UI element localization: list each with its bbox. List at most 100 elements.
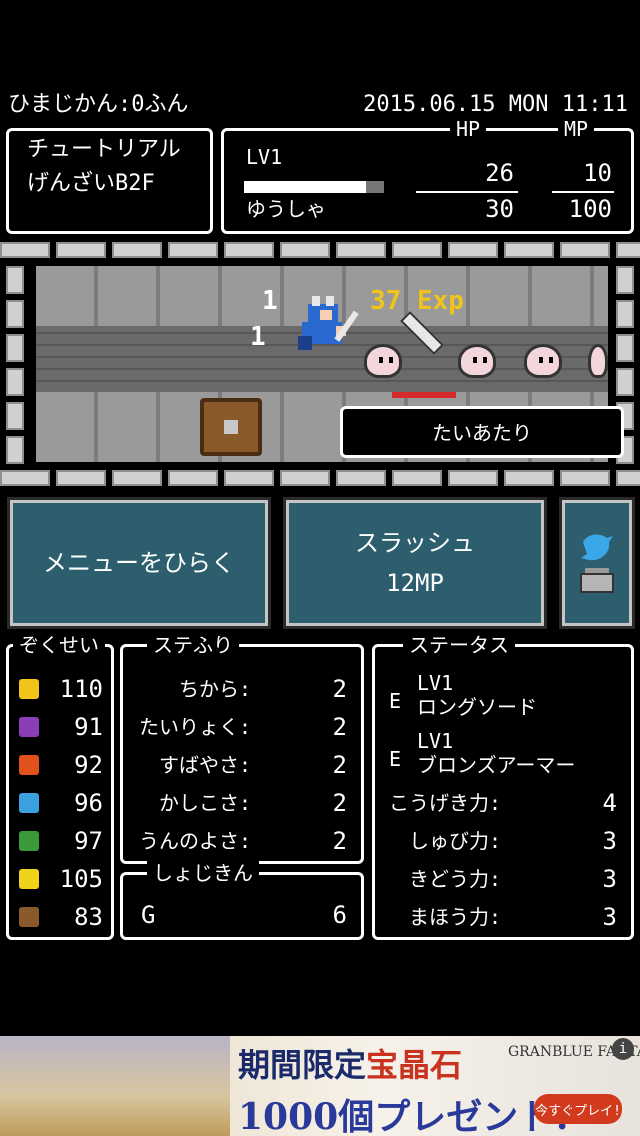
equip-mark: E <box>389 747 402 771</box>
treasure-chest[interactable] <box>200 398 262 456</box>
earth-icon <box>19 907 39 927</box>
status-label: しゅび力: <box>408 829 501 853</box>
attribute-value: 92 <box>74 751 103 779</box>
attribute-row: 91 <box>9 713 111 741</box>
location-mode: チュートリアル <box>27 137 181 162</box>
open-menu-label: メニューをひらく <box>43 549 235 577</box>
stat-row[interactable]: ちから: 2 <box>123 675 361 703</box>
equip-weapon-name[interactable]: ロングソード <box>417 695 537 719</box>
player-name: ゆうしゃ <box>246 197 326 221</box>
equip-level: LV1 <box>417 729 454 753</box>
stat-label: ちから: <box>178 677 251 701</box>
enemy-hp-bar <box>392 392 456 398</box>
light-icon <box>19 679 39 699</box>
stat-value: 2 <box>332 713 347 741</box>
action-message: たいあたり <box>340 406 624 458</box>
stat-row[interactable]: かしこさ: 2 <box>123 789 361 817</box>
ad-character-art <box>0 1036 230 1136</box>
status-label: きどう力: <box>408 867 501 891</box>
ad-info-icon[interactable]: i <box>612 1038 634 1060</box>
status-row: きどう力: 3 <box>375 865 631 893</box>
stat-row[interactable]: たいりょく: 2 <box>123 713 361 741</box>
skill-cost: 12MP <box>386 569 444 597</box>
stat-allocation-title: ステふり <box>147 633 239 657</box>
mp-max: 100 <box>568 195 612 223</box>
play-time: ひまじかん:0ふん <box>8 92 189 117</box>
enemy-slime <box>524 344 562 378</box>
attribute-value: 83 <box>74 903 103 931</box>
attribute-row: 92 <box>9 751 111 779</box>
status-title: ステータス <box>403 633 515 657</box>
attribute-value: 110 <box>59 675 103 703</box>
fire-icon <box>19 755 39 775</box>
mp-label: MP <box>558 117 595 141</box>
hero-sprite <box>298 296 359 356</box>
location-floor: げんざいB2F <box>27 171 155 196</box>
attribute-value: 91 <box>74 713 103 741</box>
brick-border-left <box>6 238 24 492</box>
brick-border-top <box>0 242 640 258</box>
status-value: 3 <box>602 865 617 893</box>
stat-label: たいりょく: <box>138 715 251 739</box>
attribute-value: 96 <box>74 789 103 817</box>
stat-row[interactable]: うんのよさ: 2 <box>123 827 361 855</box>
status-value: 4 <box>602 789 617 817</box>
damage-number: 1 <box>262 286 278 316</box>
attributes-panel: ぞくせい 110 91 92 96 97 105 83 <box>6 633 114 940</box>
dark-icon <box>19 717 39 737</box>
ad-headline-b: 宝晶石 <box>366 1046 463 1084</box>
status-value: 3 <box>602 903 617 931</box>
attribute-row: 83 <box>9 903 111 931</box>
stat-allocation-panel: ステふり ちから: 2 たいりょく: 2 すばやさ: 2 かしこさ: 2 うんの… <box>120 633 364 864</box>
stat-value: 2 <box>332 751 347 779</box>
gold-label: G <box>141 901 156 929</box>
datetime: 2015.06.15 MON 11:11 <box>363 92 628 117</box>
player-level: LV1 <box>246 145 283 169</box>
ad-banner[interactable]: 期間限定宝晶石 1000個プレゼント! GRANBLUE FANTAS 今すぐプ… <box>0 1036 640 1136</box>
attribute-value: 105 <box>59 865 103 893</box>
gold-value: 6 <box>332 901 347 929</box>
equip-level: LV1 <box>417 671 454 695</box>
ad-play-now-button[interactable]: 今すぐプレイ! <box>534 1094 622 1124</box>
equipment-status-panel: ステータス E LV1 ロングソード E LV1 ブロンズアーマー こうげき力:… <box>372 633 634 940</box>
twitter-share-button[interactable] <box>559 497 635 629</box>
open-menu-button[interactable]: メニューをひらく <box>7 497 271 629</box>
action-text: たいあたり <box>432 421 532 445</box>
stat-row[interactable]: すばやさ: 2 <box>123 751 361 779</box>
stat-value: 2 <box>332 675 347 703</box>
attribute-value: 97 <box>74 827 103 855</box>
status-row: まほう力: 3 <box>375 903 631 931</box>
stat-label: かしこさ: <box>158 791 251 815</box>
equip-armor-name[interactable]: ブロンズアーマー <box>417 753 575 777</box>
hp-max: 30 <box>485 195 514 223</box>
attribute-row: 105 <box>9 865 111 893</box>
gold-title: しょじきん <box>147 861 259 885</box>
hp-label: HP <box>450 117 487 141</box>
attribute-row: 97 <box>9 827 111 855</box>
enemy-slime <box>458 344 496 378</box>
attribute-row: 96 <box>9 789 111 817</box>
hp-bar <box>244 181 384 193</box>
status-label: まほう力: <box>408 905 501 929</box>
status-row: こうげき力: 4 <box>375 789 631 817</box>
skill-slash-button[interactable]: スラッシュ 12MP <box>283 497 547 629</box>
mp-current: 10 <box>583 159 612 187</box>
skill-name: スラッシュ <box>355 529 475 557</box>
damage-number: 1 <box>250 322 266 352</box>
enemy-slime <box>588 344 608 378</box>
status-label: こうげき力: <box>388 791 501 815</box>
status-value: 3 <box>602 827 617 855</box>
ad-headline: 期間限定宝晶石 <box>238 1040 462 1086</box>
wood-icon <box>19 831 39 851</box>
hp-divider <box>416 191 518 193</box>
hp-current: 26 <box>485 159 514 187</box>
thunder-icon <box>19 869 39 889</box>
location-panel: チュートリアル げんざいB2F <box>6 128 213 234</box>
ad-subtitle: 1000個プレゼント! <box>238 1096 570 1136</box>
exp-gain-text: 37 Exp <box>370 286 464 316</box>
water-icon <box>19 793 39 813</box>
attributes-title: ぞくせい <box>13 633 105 657</box>
status-row: しゅび力: 3 <box>375 827 631 855</box>
stat-value: 2 <box>332 827 347 855</box>
hp-bar-fill <box>244 181 366 193</box>
